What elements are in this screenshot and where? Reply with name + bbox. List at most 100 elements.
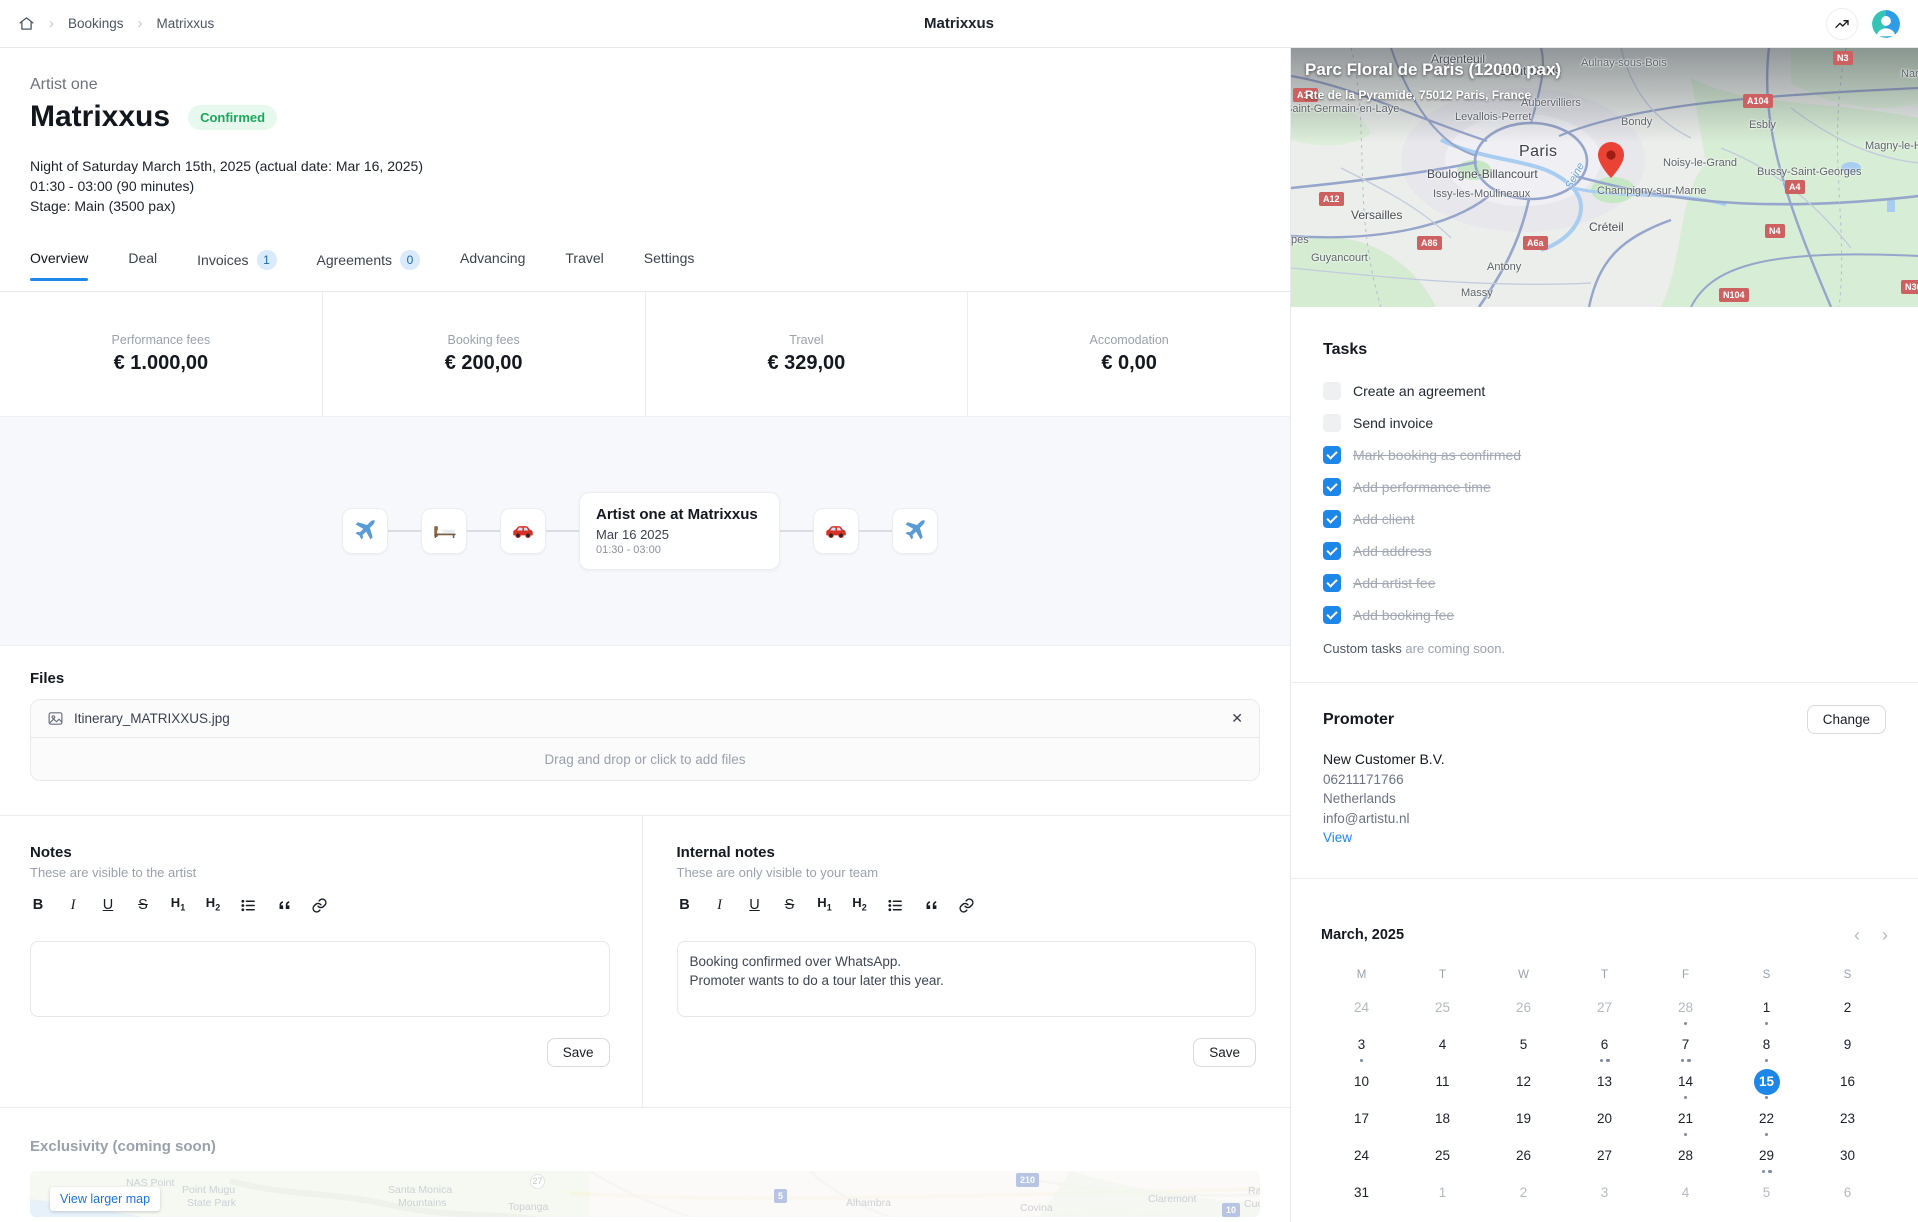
task-checkbox[interactable] xyxy=(1323,414,1341,432)
breadcrumb-current[interactable]: Matrixxus xyxy=(157,16,215,31)
notes-save-button[interactable]: Save xyxy=(547,1038,610,1067)
view-larger-map-button[interactable]: View larger map xyxy=(50,1187,160,1211)
calendar-day[interactable]: 7 xyxy=(1645,1032,1726,1069)
file-row[interactable]: Itinerary_MATRIXXUS.jpg✕ xyxy=(31,700,1259,738)
venue-map[interactable]: ArgenteuilSaint-DenisAulnay-sous-BoisNan… xyxy=(1291,48,1918,307)
task-checkbox[interactable] xyxy=(1323,446,1341,464)
strike-button[interactable]: S xyxy=(135,896,151,914)
calendar-day[interactable]: 5 xyxy=(1483,1032,1564,1069)
activity-trend-button[interactable] xyxy=(1826,8,1858,40)
calendar-day[interactable]: 15 xyxy=(1726,1069,1807,1106)
task-checkbox[interactable] xyxy=(1323,382,1341,400)
underline-button[interactable]: U xyxy=(747,896,763,914)
h2-button[interactable]: H2 xyxy=(205,894,221,917)
calendar-day[interactable]: 4 xyxy=(1402,1032,1483,1069)
calendar-day[interactable]: 27 xyxy=(1564,1143,1645,1180)
calendar-day[interactable]: 11 xyxy=(1402,1069,1483,1106)
calendar-day[interactable]: 16 xyxy=(1807,1069,1888,1106)
timeline-event-card[interactable]: Artist one at MatrixxusMar 16 202501:30 … xyxy=(579,492,780,570)
calendar-day[interactable]: 28 xyxy=(1645,995,1726,1032)
italic-button[interactable]: I xyxy=(65,896,81,914)
calendar-day[interactable]: 13 xyxy=(1564,1069,1645,1106)
calendar-day[interactable]: 29 xyxy=(1726,1143,1807,1180)
task-checkbox[interactable] xyxy=(1323,574,1341,592)
tab-agreements[interactable]: Agreements0 xyxy=(317,250,420,284)
calendar-day[interactable]: 1 xyxy=(1726,995,1807,1032)
calendar-day[interactable]: 26 xyxy=(1483,995,1564,1032)
calendar-day[interactable]: 9 xyxy=(1807,1032,1888,1069)
task-checkbox[interactable] xyxy=(1323,478,1341,496)
calendar-day[interactable]: 22 xyxy=(1726,1106,1807,1143)
quote-button[interactable] xyxy=(923,897,939,913)
list-button[interactable] xyxy=(887,897,904,914)
internal-notes-input[interactable]: Booking confirmed over WhatsApp. Promote… xyxy=(677,941,1257,1017)
calendar-day[interactable]: 18 xyxy=(1402,1106,1483,1143)
h1-button[interactable]: H1 xyxy=(817,894,833,917)
calendar-next-button[interactable]: › xyxy=(1882,928,1888,942)
calendar-day[interactable]: 26 xyxy=(1483,1143,1564,1180)
calendar-day[interactable]: 25 xyxy=(1402,1143,1483,1180)
calendar-day[interactable]: 8 xyxy=(1726,1032,1807,1069)
tab-settings[interactable]: Settings xyxy=(644,250,695,280)
calendar-day[interactable]: 25 xyxy=(1402,995,1483,1032)
calendar-day[interactable]: 20 xyxy=(1564,1106,1645,1143)
list-button[interactable] xyxy=(240,897,257,914)
calendar-day[interactable]: 24 xyxy=(1321,1143,1402,1180)
tab-travel[interactable]: Travel xyxy=(565,250,603,280)
calendar-day[interactable]: 27 xyxy=(1564,995,1645,1032)
task-checkbox[interactable] xyxy=(1323,542,1341,560)
calendar-day[interactable]: 17 xyxy=(1321,1106,1402,1143)
link-button[interactable] xyxy=(311,897,328,914)
calendar-day[interactable]: 12 xyxy=(1483,1069,1564,1106)
calendar-day[interactable]: 5 xyxy=(1726,1180,1807,1217)
calendar-day[interactable]: 30 xyxy=(1807,1143,1888,1180)
task-checkbox[interactable] xyxy=(1323,606,1341,624)
timeline-car-stop[interactable] xyxy=(813,508,859,554)
timeline-bed-stop[interactable] xyxy=(421,508,467,554)
calendar-day[interactable]: 21 xyxy=(1645,1106,1726,1143)
file-dropzone[interactable]: Drag and drop or click to add files xyxy=(31,738,1259,780)
italic-button[interactable]: I xyxy=(712,896,728,914)
calendar-day[interactable]: 2 xyxy=(1807,995,1888,1032)
timeline-plane-stop[interactable] xyxy=(342,508,388,554)
tab-overview[interactable]: Overview xyxy=(30,250,88,280)
calendar-day[interactable]: 31 xyxy=(1321,1180,1402,1217)
user-avatar[interactable] xyxy=(1872,10,1900,38)
link-button[interactable] xyxy=(958,897,975,914)
calendar-day[interactable]: 28 xyxy=(1645,1143,1726,1180)
calendar-day-number: 7 xyxy=(1673,1032,1699,1058)
bold-button[interactable]: B xyxy=(677,896,693,914)
calendar-day[interactable]: 1 xyxy=(1402,1180,1483,1217)
calendar-day[interactable]: 3 xyxy=(1321,1032,1402,1069)
notes-input[interactable] xyxy=(30,941,610,1017)
calendar-day[interactable]: 2 xyxy=(1483,1180,1564,1217)
tab-invoices[interactable]: Invoices1 xyxy=(197,250,276,284)
tab-deal[interactable]: Deal xyxy=(128,250,157,280)
calendar-day[interactable]: 6 xyxy=(1564,1032,1645,1069)
calendar-day[interactable]: 23 xyxy=(1807,1106,1888,1143)
timeline-car-stop[interactable] xyxy=(500,508,546,554)
bold-button[interactable]: B xyxy=(30,896,46,914)
h1-button[interactable]: H1 xyxy=(170,894,186,917)
underline-button[interactable]: U xyxy=(100,896,116,914)
calendar-day[interactable]: 4 xyxy=(1645,1180,1726,1217)
home-icon[interactable] xyxy=(18,15,35,32)
remove-file-icon[interactable]: ✕ xyxy=(1231,710,1243,727)
tab-advancing[interactable]: Advancing xyxy=(460,250,525,280)
internal-notes-save-button[interactable]: Save xyxy=(1193,1038,1256,1067)
h2-button[interactable]: H2 xyxy=(852,894,868,917)
change-promoter-button[interactable]: Change xyxy=(1807,705,1886,734)
calendar-day[interactable]: 3 xyxy=(1564,1180,1645,1217)
timeline-plane-stop[interactable] xyxy=(892,508,938,554)
promoter-view-link[interactable]: View xyxy=(1323,828,1886,848)
calendar-prev-button[interactable]: ‹ xyxy=(1854,928,1860,942)
calendar-day[interactable]: 6 xyxy=(1807,1180,1888,1217)
calendar-day[interactable]: 24 xyxy=(1321,995,1402,1032)
calendar-day[interactable]: 14 xyxy=(1645,1069,1726,1106)
strike-button[interactable]: S xyxy=(782,896,798,914)
calendar-day[interactable]: 10 xyxy=(1321,1069,1402,1106)
quote-button[interactable] xyxy=(276,897,292,913)
task-checkbox[interactable] xyxy=(1323,510,1341,528)
calendar-day[interactable]: 19 xyxy=(1483,1106,1564,1143)
breadcrumb-bookings[interactable]: Bookings xyxy=(68,16,124,31)
